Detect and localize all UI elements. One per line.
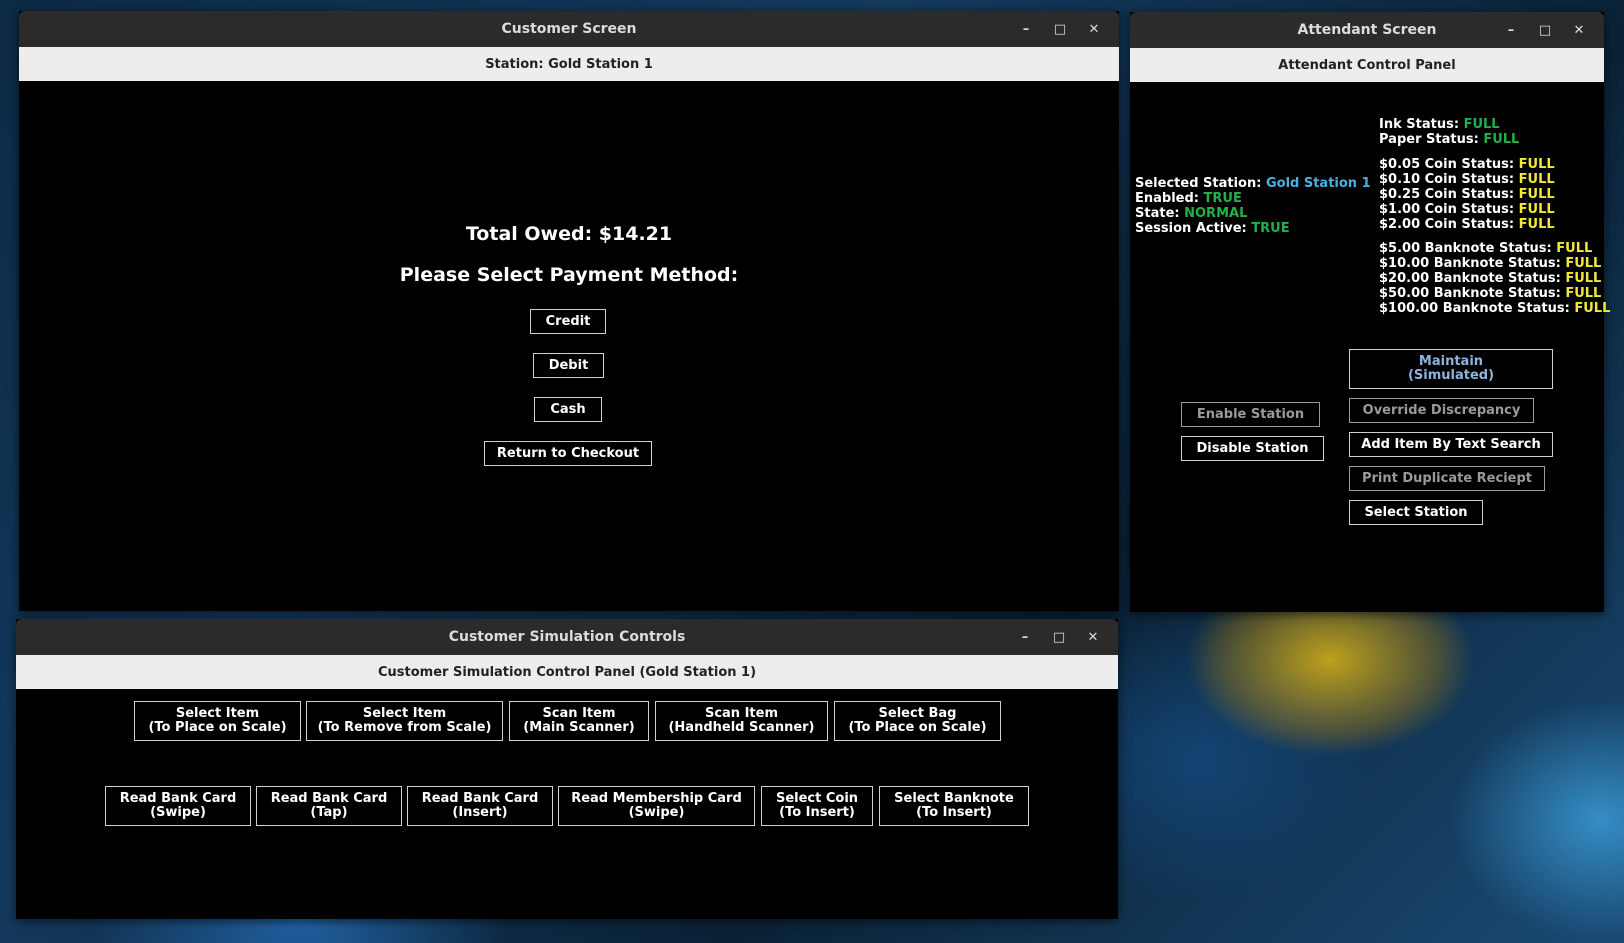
debit-button[interactable]: Debit: [533, 353, 604, 378]
disable-station-button[interactable]: Disable Station: [1181, 436, 1324, 461]
banknote-status-line: $100.00 Banknote Status: FULL: [1379, 301, 1610, 316]
coin-status-line: $0.10 Coin Status: FULL: [1379, 172, 1555, 187]
select-item-remove-button[interactable]: Select Item (To Remove from Scale): [306, 701, 503, 741]
banknote-status-value: FULL: [1565, 256, 1602, 271]
select-item-place-button[interactable]: Select Item (To Place on Scale): [134, 701, 301, 741]
station-header: Station: Gold Station 1: [19, 47, 1119, 81]
enable-station-button[interactable]: Enable Station: [1181, 402, 1320, 427]
simulation-controls-titlebar[interactable]: Customer Simulation Controls – □ ✕: [16, 619, 1118, 655]
session-active-line: Session Active: TRUE: [1135, 221, 1290, 236]
coin-status-label: $0.10 Coin Status:: [1379, 172, 1515, 187]
banknote-status-line: $5.00 Banknote Status: FULL: [1379, 241, 1592, 256]
customer-screen-window: Customer Screen – □ ✕ Station: Gold Stat…: [19, 11, 1119, 611]
state-label: State:: [1135, 206, 1180, 221]
close-icon[interactable]: ✕: [1076, 619, 1110, 655]
close-icon[interactable]: ✕: [1077, 11, 1111, 47]
coin-status-value: FULL: [1518, 157, 1555, 172]
minimize-icon[interactable]: –: [1009, 11, 1043, 47]
read-membership-card-button[interactable]: Read Membership Card (Swipe): [558, 786, 755, 826]
banknote-status-label: $5.00 Banknote Status:: [1379, 241, 1552, 256]
banknote-status-value: FULL: [1565, 286, 1602, 301]
scan-item-handheld-button[interactable]: Scan Item (Handheld Scanner): [655, 701, 828, 741]
coin-status-label: $0.05 Coin Status:: [1379, 157, 1515, 172]
banknote-status-value: FULL: [1565, 271, 1602, 286]
select-station-button[interactable]: Select Station: [1349, 500, 1483, 525]
print-duplicate-receipt-button[interactable]: Print Duplicate Reciept: [1349, 466, 1545, 491]
ink-status-value: FULL: [1463, 117, 1500, 132]
window-title: Customer Simulation Controls: [448, 629, 686, 645]
scan-item-main-button[interactable]: Scan Item (Main Scanner): [509, 701, 649, 741]
coin-status-value: FULL: [1518, 217, 1555, 232]
coin-status-value: FULL: [1518, 172, 1555, 187]
coin-status-line: $0.25 Coin Status: FULL: [1379, 187, 1555, 202]
banknote-status-label: $20.00 Banknote Status:: [1379, 271, 1561, 286]
select-bag-button[interactable]: Select Bag (To Place on Scale): [834, 701, 1001, 741]
maximize-icon[interactable]: □: [1043, 11, 1077, 47]
minimize-icon[interactable]: –: [1008, 619, 1042, 655]
coin-status-line: $0.05 Coin Status: FULL: [1379, 157, 1555, 172]
total-owed: Total Owed: $14.21: [465, 223, 673, 245]
cash-button[interactable]: Cash: [534, 397, 602, 422]
return-to-checkout-button[interactable]: Return to Checkout: [484, 441, 652, 466]
coin-status-label: $2.00 Coin Status:: [1379, 217, 1515, 232]
state-value: NORMAL: [1184, 206, 1248, 221]
state-line: State: NORMAL: [1135, 206, 1247, 221]
read-bank-card-insert-button[interactable]: Read Bank Card (Insert): [407, 786, 553, 826]
paper-status-label: Paper Status:: [1379, 132, 1479, 147]
maximize-icon[interactable]: □: [1042, 619, 1076, 655]
customer-screen-titlebar[interactable]: Customer Screen – □ ✕: [19, 11, 1119, 47]
window-title: Customer Screen: [501, 21, 637, 37]
paper-status-line: Paper Status: FULL: [1379, 132, 1519, 147]
banknote-status-line: $20.00 Banknote Status: FULL: [1379, 271, 1601, 286]
coin-status-line: $2.00 Coin Status: FULL: [1379, 217, 1555, 232]
maximize-icon[interactable]: □: [1528, 12, 1562, 48]
payment-prompt: Please Select Payment Method:: [399, 264, 739, 286]
coin-status-value: FULL: [1518, 187, 1555, 202]
banknote-status-value: FULL: [1574, 301, 1611, 316]
simulation-controls-window: Customer Simulation Controls – □ ✕ Custo…: [16, 619, 1118, 919]
banknote-status-label: $100.00 Banknote Status:: [1379, 301, 1570, 316]
minimize-icon[interactable]: –: [1494, 12, 1528, 48]
banknote-status-label: $50.00 Banknote Status:: [1379, 286, 1561, 301]
attendant-screen-titlebar[interactable]: Attendant Screen – □ ✕: [1130, 12, 1604, 48]
close-icon[interactable]: ✕: [1562, 12, 1596, 48]
coin-status-label: $1.00 Coin Status:: [1379, 202, 1515, 217]
coin-status-line: $1.00 Coin Status: FULL: [1379, 202, 1555, 217]
read-bank-card-tap-button[interactable]: Read Bank Card (Tap): [256, 786, 402, 826]
coin-status-label: $0.25 Coin Status:: [1379, 187, 1515, 202]
simulation-panel-header: Customer Simulation Control Panel (Gold …: [16, 655, 1118, 689]
select-coin-button[interactable]: Select Coin (To Insert): [761, 786, 873, 826]
attendant-screen-window: Attendant Screen – □ ✕ Attendant Control…: [1130, 12, 1610, 612]
maintain-simulated-button[interactable]: Maintain (Simulated): [1349, 349, 1553, 389]
selected-station-value: Gold Station 1: [1265, 176, 1371, 191]
banknote-status-value: FULL: [1556, 241, 1593, 256]
add-item-by-text-search-button[interactable]: Add Item By Text Search: [1349, 432, 1553, 457]
coin-status-value: FULL: [1518, 202, 1555, 217]
ink-status-line: Ink Status: FULL: [1379, 117, 1500, 132]
session-active-label: Session Active:: [1135, 221, 1247, 236]
banknote-status-line: $50.00 Banknote Status: FULL: [1379, 286, 1601, 301]
enabled-line: Enabled: TRUE: [1135, 191, 1242, 206]
selected-station-line: Selected Station: Gold Station 1: [1135, 176, 1371, 191]
window-title: Attendant Screen: [1297, 22, 1437, 38]
credit-button[interactable]: Credit: [530, 309, 606, 334]
read-bank-card-swipe-button[interactable]: Read Bank Card (Swipe): [105, 786, 251, 826]
attendant-panel-header: Attendant Control Panel: [1130, 48, 1604, 82]
enabled-value: TRUE: [1203, 191, 1242, 206]
session-active-value: TRUE: [1251, 221, 1290, 236]
banknote-status-line: $10.00 Banknote Status: FULL: [1379, 256, 1601, 271]
banknote-status-label: $10.00 Banknote Status:: [1379, 256, 1561, 271]
enabled-label: Enabled:: [1135, 191, 1199, 206]
override-discrepancy-button[interactable]: Override Discrepancy: [1349, 398, 1534, 423]
paper-status-value: FULL: [1483, 132, 1520, 147]
ink-status-label: Ink Status:: [1379, 117, 1460, 132]
selected-station-label: Selected Station:: [1135, 176, 1262, 191]
select-banknote-button[interactable]: Select Banknote (To Insert): [879, 786, 1029, 826]
